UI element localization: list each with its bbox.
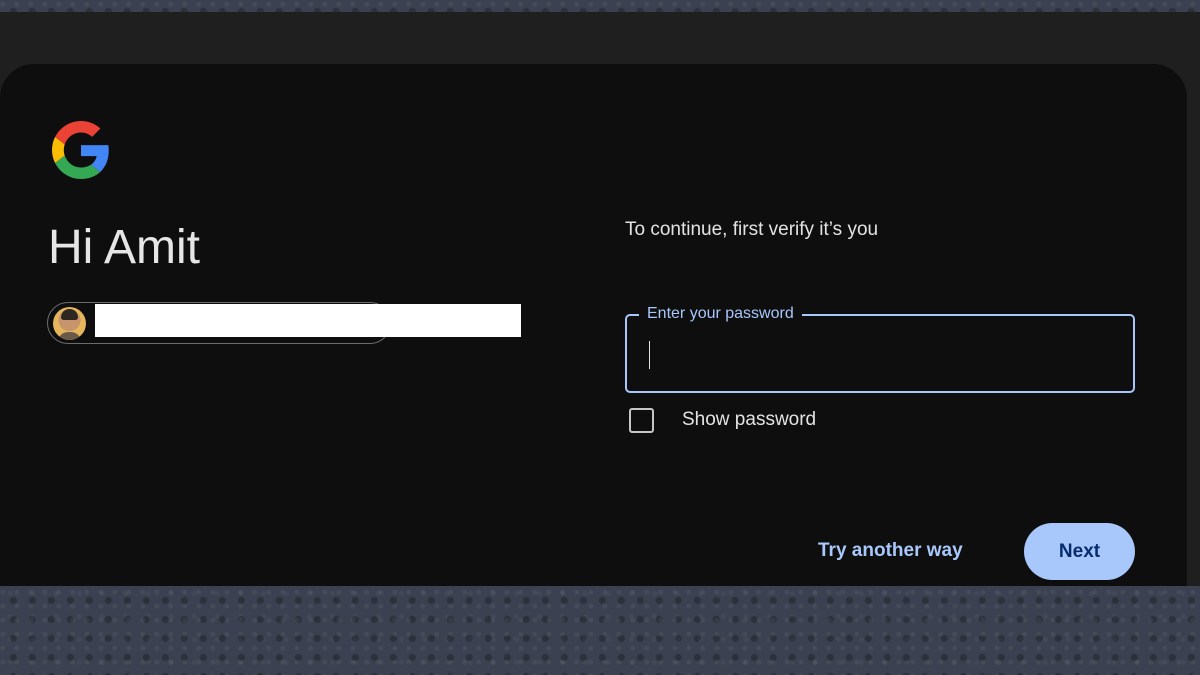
next-button[interactable]: Next: [1024, 523, 1135, 580]
verify-subtitle: To continue, first verify it’s you: [625, 219, 879, 240]
try-another-way-link[interactable]: Try another way: [818, 540, 963, 562]
user-avatar: [53, 307, 86, 340]
password-input[interactable]: Enter your password: [625, 304, 1135, 393]
text-caret: [649, 341, 650, 369]
show-password-label[interactable]: Show password: [682, 409, 816, 431]
signin-card: Hi Amit To continue, first verify it’s y…: [0, 64, 1187, 586]
google-logo: [52, 121, 109, 179]
show-password-checkbox[interactable]: [629, 408, 654, 433]
browser-window: Hi Amit To continue, first verify it’s y…: [0, 12, 1200, 586]
email-redaction: [95, 304, 521, 337]
password-field-label: Enter your password: [639, 304, 802, 324]
greeting-heading: Hi Amit: [48, 221, 201, 274]
